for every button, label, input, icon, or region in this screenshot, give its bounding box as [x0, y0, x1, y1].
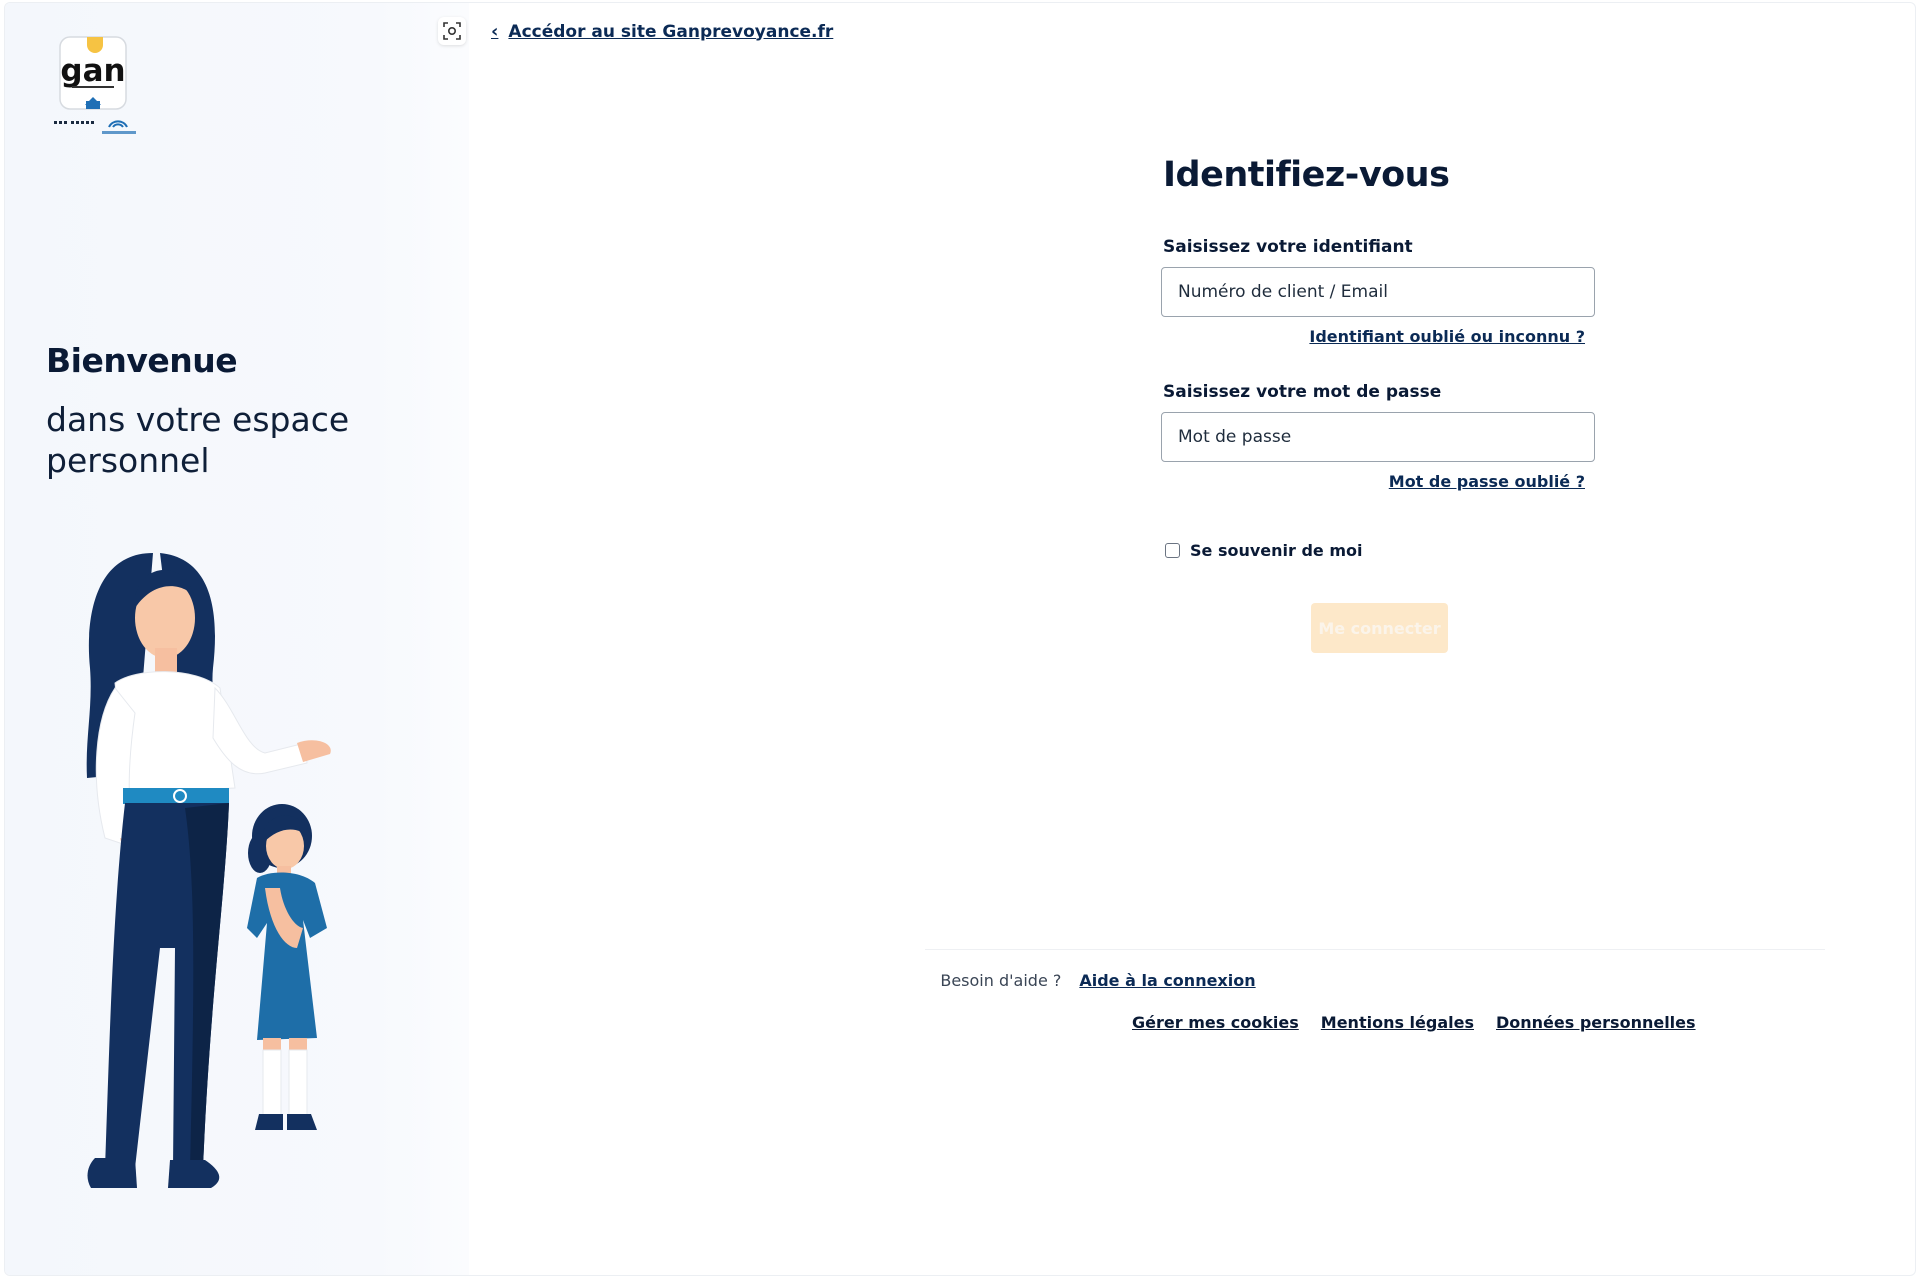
identifier-label: Saisissez votre identifiant — [1163, 237, 1413, 257]
manage-cookies-link[interactable]: Gérer mes cookies — [1132, 1013, 1299, 1032]
chevron-left-icon: ‹ — [491, 21, 499, 42]
password-input[interactable] — [1161, 412, 1595, 462]
page-frame: gan Bienvenue dans votre espace personne… — [4, 2, 1916, 1276]
connect-button[interactable]: Me connecter — [1311, 603, 1448, 653]
password-label: Saisissez votre mot de passe — [1163, 382, 1442, 402]
form-title: Identifiez-vous — [1163, 155, 1450, 195]
help-row: Besoin d'aide ? Aide à la connexion — [5, 971, 1915, 990]
family-illustration — [35, 548, 355, 1218]
back-to-site-link[interactable]: ‹ Accédor au site Ganprevoyance.fr — [491, 21, 833, 42]
remember-checkbox[interactable] — [1165, 543, 1180, 558]
screenshot-icon[interactable] — [438, 17, 466, 45]
logo-text: gan — [60, 53, 125, 89]
gan-logo[interactable]: gan — [54, 35, 138, 139]
help-connection-link[interactable]: Aide à la connexion — [1079, 971, 1255, 990]
password-forgot-link[interactable]: Mot de passe oublié ? — [1389, 472, 1585, 491]
left-panel: gan Bienvenue dans votre espace personne… — [5, 3, 469, 1275]
remember-label: Se souvenir de moi — [1190, 541, 1363, 560]
identifier-forgot-link[interactable]: Identifiant oublié ou inconnu ? — [1309, 327, 1585, 346]
personal-data-link[interactable]: Données personnelles — [1496, 1013, 1696, 1032]
help-text: Besoin d'aide ? — [940, 971, 1062, 990]
welcome-subtitle: dans votre espace personnel — [46, 400, 350, 480]
footer-links: Gérer mes cookies Mentions légales Donné… — [1132, 1013, 1696, 1032]
footer-divider — [925, 949, 1825, 950]
remember-me-option[interactable]: Se souvenir de moi — [1165, 541, 1363, 560]
welcome-title: Bienvenue — [46, 341, 238, 380]
legal-notices-link[interactable]: Mentions légales — [1321, 1013, 1474, 1032]
identifier-input[interactable] — [1161, 267, 1595, 317]
back-link-label: Accédor au site Ganprevoyance.fr — [508, 21, 834, 42]
